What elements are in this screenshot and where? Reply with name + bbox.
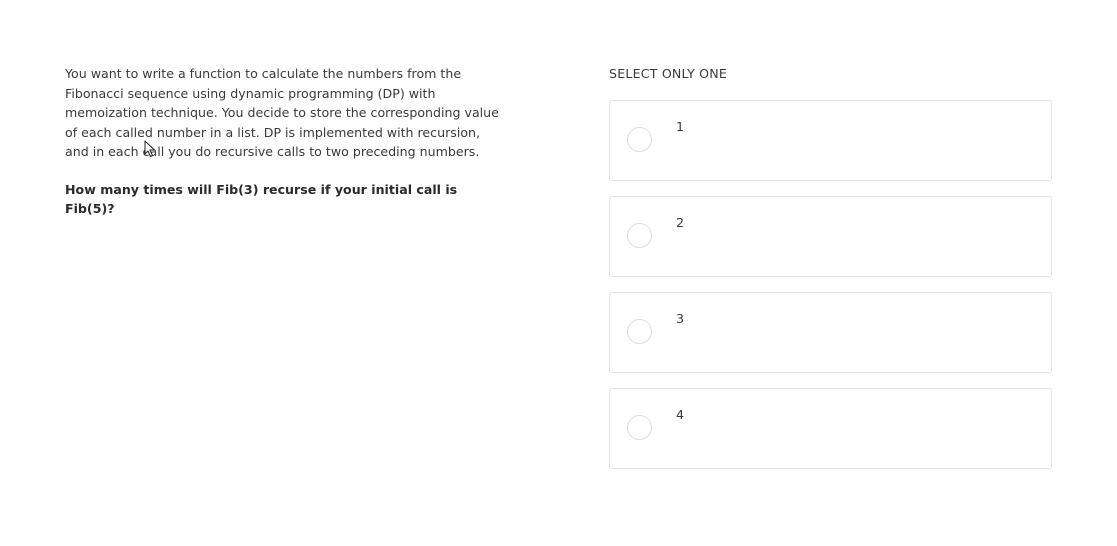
answer-panel: SELECT ONLY ONE 1 2 3 4 (609, 64, 1052, 484)
answer-option-3[interactable]: 3 (609, 292, 1052, 373)
question-panel: You want to write a function to calculat… (65, 64, 505, 219)
option-label: 1 (676, 119, 685, 134)
radio-circle-icon[interactable] (627, 415, 652, 440)
answer-option-4[interactable]: 4 (609, 388, 1052, 469)
question-text: You want to write a function to calculat… (65, 66, 499, 159)
option-label: 2 (676, 215, 685, 230)
mouse-pointer-icon (144, 140, 155, 157)
answer-option-2[interactable]: 2 (609, 196, 1052, 277)
radio-circle-icon[interactable] (627, 223, 652, 248)
answer-option-1[interactable]: 1 (609, 100, 1052, 181)
option-label: 4 (676, 407, 685, 422)
radio-circle-icon[interactable] (627, 319, 652, 344)
select-instruction: SELECT ONLY ONE (609, 66, 728, 81)
answer-options: 1 2 3 4 (609, 100, 1052, 469)
option-label: 3 (676, 311, 685, 326)
question-prompt: How many times will Fib(3) recurse if yo… (65, 181, 458, 217)
radio-circle-icon[interactable] (627, 127, 652, 152)
